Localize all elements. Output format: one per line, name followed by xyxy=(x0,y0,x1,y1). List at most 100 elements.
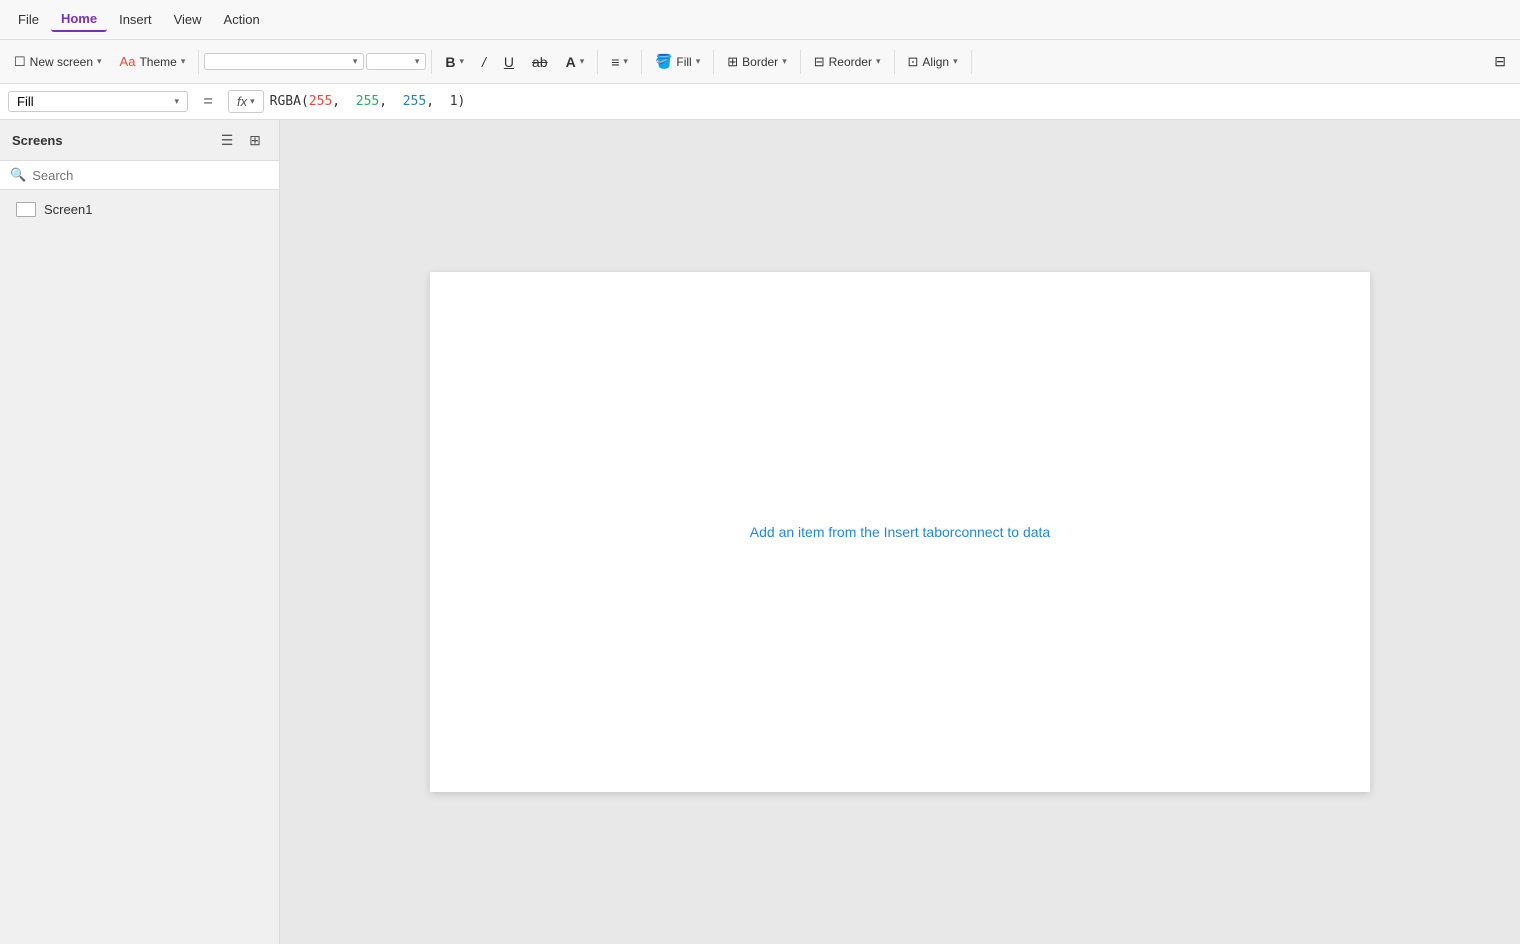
theme-icon: Aa xyxy=(120,54,136,69)
align-objects-button[interactable]: ⊡ Align ▾ xyxy=(900,50,966,74)
rgba-prefix: RGBA( xyxy=(270,94,309,109)
menu-item-home[interactable]: Home xyxy=(51,7,107,32)
sidebar: Screens ☰ ⊞ 🔍 Screen1 xyxy=(0,120,280,944)
italic-icon: / xyxy=(482,54,486,70)
align-objects-label: Align xyxy=(922,55,949,69)
align-icon: ≡ xyxy=(611,54,619,70)
fill-icon: 🪣 xyxy=(655,53,672,70)
screen-item[interactable]: Screen1 xyxy=(4,196,275,223)
toolbar: ☐ New screen ▾ Aa Theme ▾ ▾ ▾ B ▾ / U ab… xyxy=(0,40,1520,84)
equals-icon: = xyxy=(203,93,212,111)
canvas-frame: Add an item from the Insert tab or conne… xyxy=(430,272,1370,792)
align-objects-chevron-icon: ▾ xyxy=(953,56,958,67)
hint-insert-link[interactable]: Add an item from the Insert tab xyxy=(750,524,942,540)
canvas-hint: Add an item from the Insert tab or conne… xyxy=(750,524,1050,540)
fx-label: fx xyxy=(237,94,247,109)
fill-chevron-icon: ▾ xyxy=(696,56,701,67)
screen-thumbnail xyxy=(16,202,36,217)
reorder-chevron-icon: ▾ xyxy=(876,56,881,67)
font-size-chevron-icon: ▾ xyxy=(415,56,420,67)
rgba-g-value: 255 xyxy=(356,94,379,109)
screen-icon: ☐ xyxy=(14,54,26,70)
font-color-chevron-icon: ▾ xyxy=(580,56,585,67)
grid-view-icon: ⊞ xyxy=(249,132,261,149)
new-screen-chevron-icon: ▾ xyxy=(97,56,102,67)
strikethrough-button[interactable]: ab xyxy=(524,50,556,74)
theme-chevron-icon: ▾ xyxy=(181,56,186,67)
align-button[interactable]: ≡ ▾ xyxy=(603,50,636,74)
menu-item-view[interactable]: View xyxy=(164,8,212,31)
extra-icon: ⊟ xyxy=(1494,53,1506,70)
fill-label: Fill xyxy=(676,55,691,69)
formula-bar: Fill ▾ = fx ▾ RGBA( 255 , 255 , 255 , 1 … xyxy=(0,84,1520,120)
new-screen-label: New screen xyxy=(30,55,93,69)
fx-chevron-icon: ▾ xyxy=(250,96,255,107)
rgba-b-value: 255 xyxy=(403,94,426,109)
screen-name: Screen1 xyxy=(44,202,92,217)
separator-7 xyxy=(894,50,895,74)
fill-selector[interactable]: Fill ▾ xyxy=(8,91,188,112)
font-chevron-icon: ▾ xyxy=(353,56,358,67)
fill-selector-chevron-icon: ▾ xyxy=(174,96,179,107)
separator-5 xyxy=(713,50,714,74)
formula-display: RGBA( 255 , 255 , 255 , 1 ) xyxy=(270,94,466,109)
rgba-suffix: ) xyxy=(458,94,466,109)
canvas-area[interactable]: Add an item from the Insert tab or conne… xyxy=(280,120,1520,944)
theme-button[interactable]: Aa Theme ▾ xyxy=(112,50,194,73)
sidebar-header: Screens ☰ ⊞ xyxy=(0,120,279,161)
bold-chevron-icon: ▾ xyxy=(459,56,464,67)
separator-4 xyxy=(641,50,642,74)
underline-button[interactable]: U xyxy=(496,50,522,74)
menu-item-action[interactable]: Action xyxy=(214,8,270,31)
separator-1 xyxy=(198,50,199,74)
sidebar-title: Screens xyxy=(12,133,63,148)
main-layout: Screens ☰ ⊞ 🔍 Screen1 Add an xyxy=(0,120,1520,944)
list-view-button[interactable]: ☰ xyxy=(215,128,239,152)
font-size-dropdown[interactable]: ▾ xyxy=(366,53,426,70)
screens-list: Screen1 xyxy=(0,190,279,229)
search-input[interactable] xyxy=(32,168,269,183)
font-dropdown[interactable]: ▾ xyxy=(204,53,364,70)
font-color-button[interactable]: A ▾ xyxy=(558,50,593,74)
fx-button[interactable]: fx ▾ xyxy=(228,90,264,113)
border-label: Border xyxy=(742,55,778,69)
hint-or: or xyxy=(942,524,954,540)
reorder-button[interactable]: ⊟ Reorder ▾ xyxy=(806,50,889,74)
theme-label: Theme xyxy=(139,55,176,69)
new-screen-button[interactable]: ☐ New screen ▾ xyxy=(6,50,110,74)
separator-8 xyxy=(971,50,972,74)
list-view-icon: ☰ xyxy=(221,132,234,149)
extra-button[interactable]: ⊟ xyxy=(1486,49,1514,74)
rgba-a-value: 1 xyxy=(450,94,458,109)
menu-item-insert[interactable]: Insert xyxy=(109,8,162,31)
fill-button[interactable]: 🪣 Fill ▾ xyxy=(647,49,708,74)
search-icon: 🔍 xyxy=(10,167,26,183)
hint-data-link[interactable]: connect to data xyxy=(954,524,1050,540)
sidebar-view-buttons: ☰ ⊞ xyxy=(215,128,267,152)
border-icon: ⊞ xyxy=(727,54,738,70)
separator-2 xyxy=(431,50,432,74)
bold-icon: B xyxy=(445,54,455,70)
font-color-icon: A xyxy=(566,54,576,70)
align-objects-icon: ⊡ xyxy=(908,54,919,70)
underline-icon: U xyxy=(504,54,514,70)
rgba-comma-1: , xyxy=(332,94,355,109)
menu-item-file[interactable]: File xyxy=(8,8,49,31)
rgba-comma-2: , xyxy=(379,94,402,109)
italic-button[interactable]: / xyxy=(474,50,494,74)
border-chevron-icon: ▾ xyxy=(782,56,787,67)
separator-6 xyxy=(800,50,801,74)
menu-bar: File Home Insert View Action xyxy=(0,0,1520,40)
rgba-r-value: 255 xyxy=(309,94,332,109)
equals-button[interactable]: = xyxy=(194,88,222,116)
bold-button[interactable]: B ▾ xyxy=(437,50,472,74)
separator-3 xyxy=(597,50,598,74)
border-button[interactable]: ⊞ Border ▾ xyxy=(719,50,794,74)
reorder-icon: ⊟ xyxy=(814,54,825,70)
strikethrough-icon: ab xyxy=(532,54,548,70)
align-chevron-icon: ▾ xyxy=(623,56,628,67)
grid-view-button[interactable]: ⊞ xyxy=(243,128,267,152)
search-box: 🔍 xyxy=(0,161,279,190)
fill-selector-value: Fill xyxy=(17,94,34,109)
reorder-label: Reorder xyxy=(829,55,872,69)
